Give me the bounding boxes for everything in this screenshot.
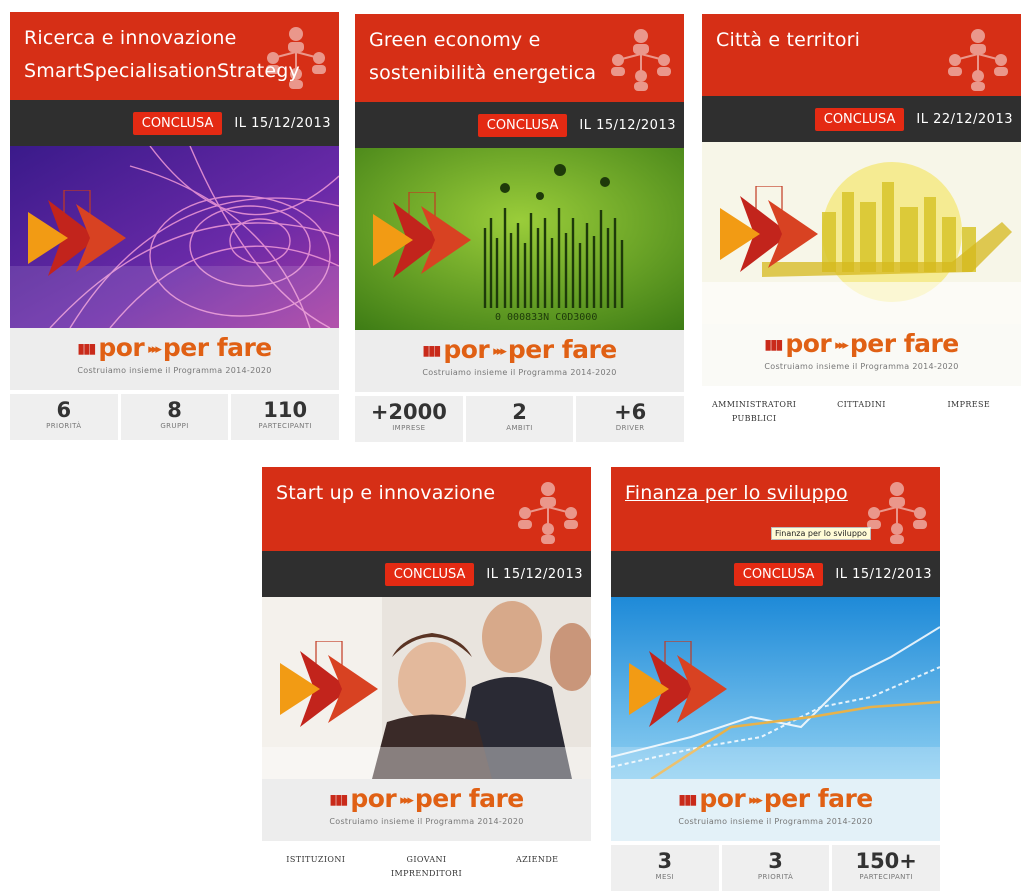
stat-item: 6 PRIORITÀ [10,394,118,440]
stat-item: 8 GRUPPI [120,394,229,440]
por-per-fare-logo: ▮▮▮ por ▸▸▸ per fare Costruiamo insieme il … [611,779,940,841]
stat-value: +6 [614,400,647,424]
card-header: Ricerca e innovazione SmartSpecialisation… [10,12,339,100]
date-text: IL 15/12/2013 [835,566,932,582]
project-card-citta-territori[interactable]: Città e territori CONCLUSA IL 22/12/2013… [702,14,1021,436]
status-bar: CONCLUSA IL 15/12/2013 [262,551,591,597]
card-image [611,597,940,779]
project-card-start-up[interactable]: Start up e innovazione CONCLUSA IL 15/12… [262,467,592,891]
stat-label: PRIORITÀ [46,422,82,430]
stat-value: 3 [768,849,783,873]
card-title[interactable]: Start up e innovazione [276,477,531,510]
stat-label: IMPRESE [947,400,991,409]
project-card-ricerca[interactable]: Ricerca e innovazione SmartSpecialisation… [10,12,340,440]
project-card-finanza[interactable]: Finanza per lo sviluppo Finanza per lo s… [611,467,941,891]
date-text: IL 15/12/2013 [579,117,676,133]
date-text: IL 15/12/2013 [486,566,583,582]
stat-value: 110 [263,398,308,422]
card-stats: ISTITUZIONI GIOVANI IMPRENDITORI AZIENDE [262,841,592,891]
por-per-fare-logo: ▮▮▮ por ▸▸▸ per fare Costruiamo insieme il … [355,330,684,392]
stat-item: +2000 IMPRESE [355,396,463,442]
chevron-arrows-icon [373,192,503,288]
status-bar: CONCLUSA IL 15/12/2013 [10,100,339,146]
status-bar: CONCLUSA IL 22/12/2013 [702,96,1021,142]
status-badge: CONCLUSA [814,107,905,131]
stat-item: AMMINISTRATORI PUBBLICI [702,390,807,436]
card-image [10,146,339,328]
stat-label: GRUPPI [160,422,189,430]
card-stats: AMMINISTRATORI PUBBLICI CITTADINI IMPRES… [702,386,1021,436]
chevron-arrows-icon [720,186,850,282]
stat-item: +6 DRIVER [576,396,685,442]
stat-item: IMPRESE [916,390,1021,436]
status-badge: CONCLUSA [477,113,568,137]
card-stats: 6 PRIORITÀ 8 GRUPPI 110 PARTECIPANTI [10,390,340,440]
card-title[interactable]: Città e territori [716,24,961,57]
stat-label: PARTECIPANTI [859,873,913,881]
card-image: 0 000833N C0D3000 [355,148,684,330]
stat-item: CITTADINI [809,390,914,436]
card-title[interactable]: Green economy e sostenibilità energetica [369,24,624,90]
chevron-arrows-icon [629,641,759,737]
por-per-fare-logo: ▮▮▮ por ▸▸▸ per fare Costruiamo insieme il … [10,328,339,390]
card-header: Città e territori [702,14,1021,96]
stat-item: ISTITUZIONI [262,845,370,891]
por-per-fare-logo: ▮▮▮ por ▸▸▸ per fare Costruiamo insieme il … [262,779,591,841]
stat-label: MESI [655,873,675,881]
por-per-fare-logo: ▮▮▮ por ▸▸▸ per fare Costruiamo insieme il … [702,324,1021,386]
project-card-green-economy[interactable]: Green economy e sostenibilità energetica … [355,14,685,442]
stat-item: 2 AMBITI [465,396,574,442]
stat-value: 8 [167,398,182,422]
stat-item: AZIENDE [483,845,592,891]
stat-value: 2 [512,400,527,424]
card-title[interactable]: Ricerca e innovazione SmartSpecialisation… [24,22,300,88]
stat-item: 3 MESI [611,845,719,891]
status-bar: CONCLUSA IL 15/12/2013 [611,551,940,597]
status-badge: CONCLUSA [132,111,223,135]
stat-label: CITTADINI [837,400,886,409]
stat-value: 6 [56,398,72,422]
card-header: Green economy e sostenibilità energetica [355,14,684,102]
card-header: Finanza per lo sviluppo Finanza per lo s… [611,467,940,551]
status-bar: CONCLUSA IL 15/12/2013 [355,102,684,148]
date-text: IL 22/12/2013 [916,111,1013,127]
stat-item: 150+ PARTECIPANTI [832,845,941,891]
status-badge: CONCLUSA [384,562,475,586]
chevron-arrows-icon [280,641,410,737]
date-text: IL 15/12/2013 [234,115,331,131]
card-header: Start up e innovazione [262,467,591,551]
stat-value: +2000 [370,400,447,424]
card-image [702,142,1021,324]
stat-label: AMMINISTRATORI PUBBLICI [711,400,797,423]
stat-value: 150+ [855,849,917,873]
title-tooltip: Finanza per lo sviluppo [771,527,871,540]
barcode-text: 0 000833N C0D3000 [495,312,597,323]
stat-label: AZIENDE [515,855,559,864]
stat-item: 3 PRIORITÀ [721,845,830,891]
card-stats: 3 MESI 3 PRIORITÀ 150+ PARTECIPANTI [611,841,941,891]
card-image [262,597,591,779]
stat-item: 110 PARTECIPANTI [231,394,340,440]
stat-label: PRIORITÀ [757,873,794,881]
stat-label: ISTITUZIONI [286,855,346,864]
stat-label: IMPRESE [392,424,426,432]
stat-value: 3 [657,849,673,873]
card-title-link[interactable]: Finanza per lo sviluppo [625,477,880,510]
stat-item: GIOVANI IMPRENDITORI [372,845,481,891]
stat-label: GIOVANI IMPRENDITORI [390,855,463,878]
card-stats: +2000 IMPRESE 2 AMBITI +6 DRIVER [355,392,685,442]
stat-label: PARTECIPANTI [258,422,312,430]
stat-label: AMBITI [506,424,533,432]
stat-label: DRIVER [615,424,645,432]
chevron-arrows-icon [28,190,158,286]
status-badge: CONCLUSA [733,562,824,586]
